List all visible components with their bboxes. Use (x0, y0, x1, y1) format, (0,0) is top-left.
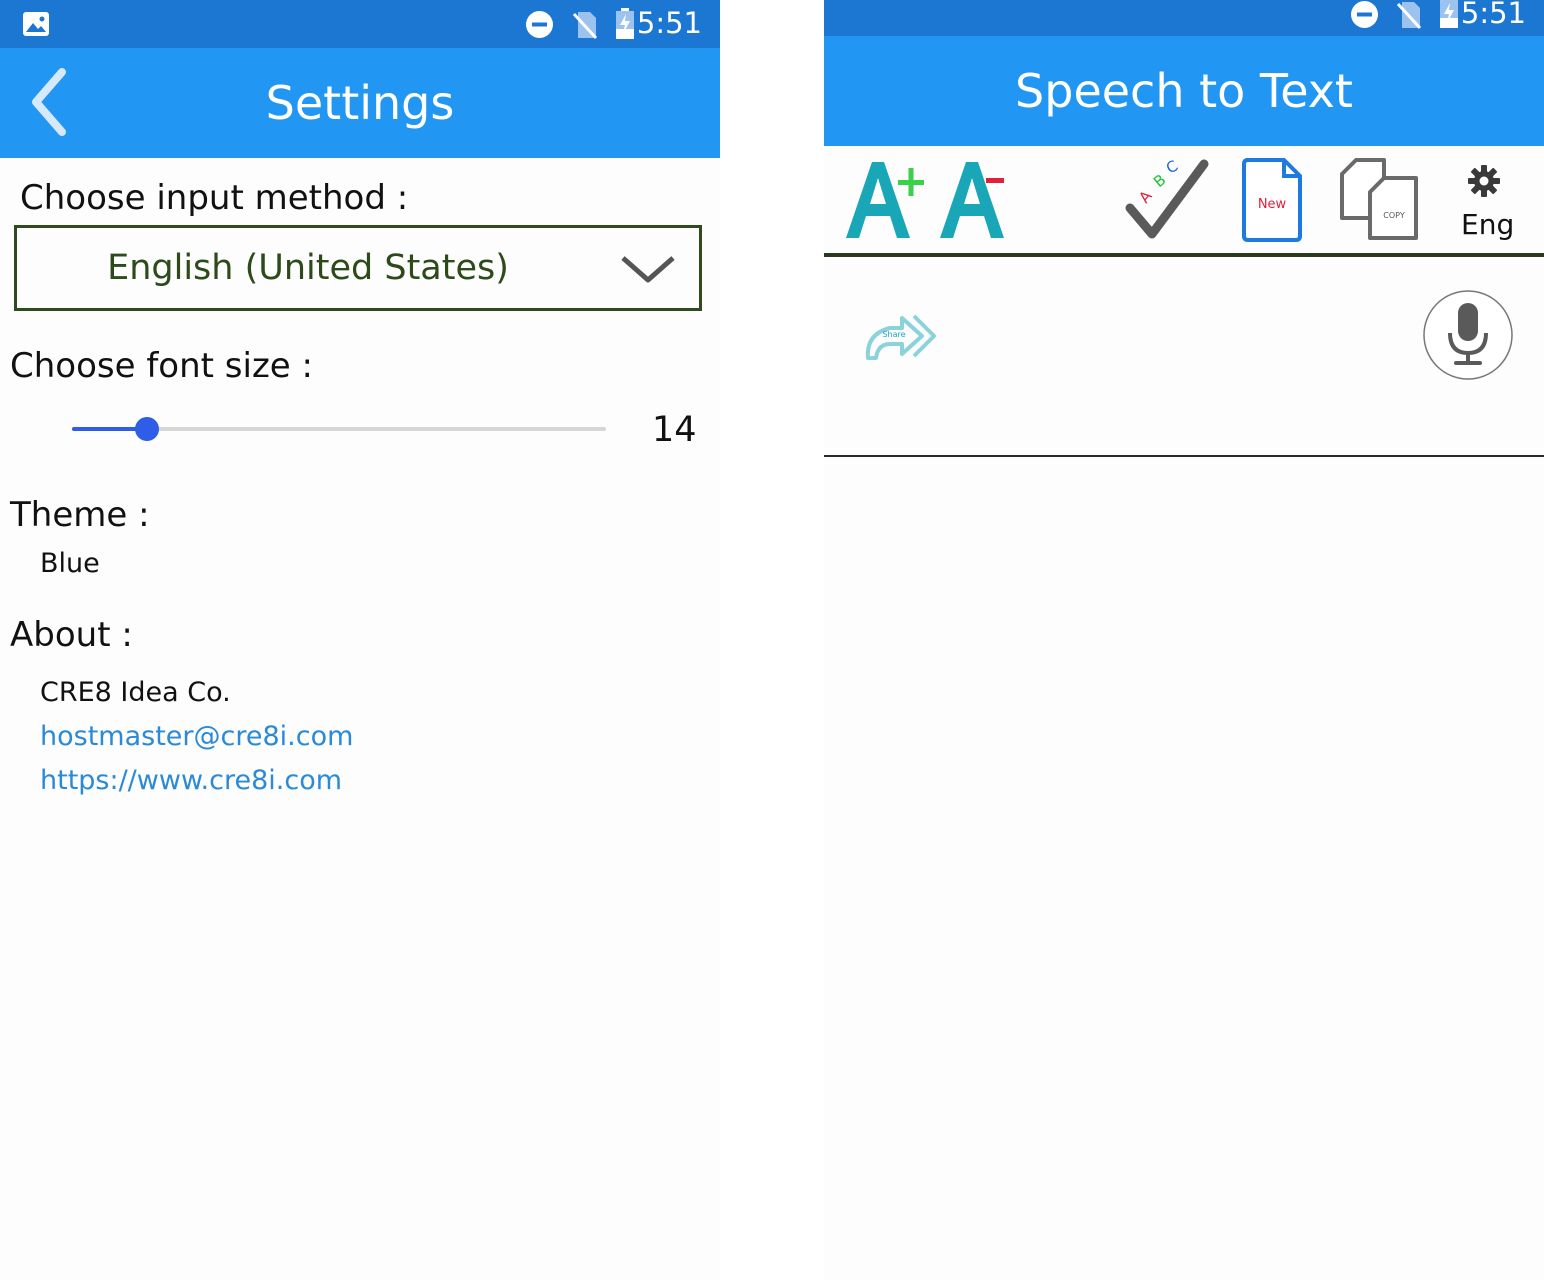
share-icon[interactable]: Share (862, 308, 938, 364)
dnd-icon (1351, 1, 1378, 28)
settings-screen: 5:51 Settings Choose input method : Engl… (0, 0, 720, 1280)
input-method-label: Choose input method : (20, 178, 409, 218)
about-company: CRE8 Idea Co. (40, 677, 231, 708)
about-label: About : (10, 615, 133, 655)
new-label: New (1258, 197, 1287, 212)
font-size-slider[interactable] (72, 417, 606, 441)
text-area-divider (824, 455, 1544, 457)
speech-screen: 5:51 Speech to Text A B C New COPY Eng S… (824, 0, 1544, 1280)
about-url-link[interactable]: https://www.cre8i.com (40, 765, 342, 796)
input-method-value: English (United States) (107, 248, 509, 288)
page-title: Speech to Text (1015, 64, 1353, 118)
svg-text:A: A (1135, 187, 1156, 207)
theme-value[interactable]: Blue (40, 548, 100, 579)
toolbar-divider (824, 253, 1544, 257)
gear-icon[interactable] (1467, 164, 1501, 198)
toolbar: A B C New COPY (824, 146, 1544, 254)
share-label: Share (882, 330, 905, 339)
no-sim-icon (572, 12, 598, 40)
svg-text:B: B (1150, 171, 1169, 191)
status-bar: 5:51 (0, 0, 720, 48)
spellcheck-icon[interactable]: A B C (1124, 158, 1210, 242)
page-title: Settings (265, 76, 455, 130)
copy-label: COPY (1383, 211, 1405, 220)
input-method-dropdown[interactable]: English (United States) (14, 225, 702, 311)
app-bar: Speech to Text (824, 36, 1544, 146)
font-size-label: Choose font size : (10, 346, 313, 386)
image-icon (23, 12, 49, 36)
status-time: 5:51 (1460, 0, 1526, 30)
font-size-value: 14 (652, 410, 697, 450)
new-document-icon[interactable]: New (1240, 158, 1304, 242)
status-time: 5:51 (636, 6, 702, 40)
font-increase-icon[interactable] (842, 158, 926, 242)
language-button[interactable]: Eng (1461, 208, 1514, 241)
copy-icon[interactable]: COPY (1336, 158, 1420, 242)
battery-charging-icon (1440, 0, 1458, 28)
svg-text:C: C (1163, 158, 1181, 177)
dnd-icon (526, 11, 553, 38)
chevron-down-icon (621, 256, 675, 283)
font-decrease-icon[interactable] (936, 158, 1020, 242)
slider-thumb[interactable] (134, 417, 159, 441)
status-bar: 5:51 (824, 0, 1544, 36)
no-sim-icon (1396, 2, 1422, 30)
about-email-link[interactable]: hostmaster@cre8i.com (40, 721, 353, 752)
microphone-icon[interactable] (1422, 289, 1514, 381)
theme-label: Theme : (10, 495, 150, 535)
app-bar: Settings (0, 48, 720, 158)
battery-charging-icon (616, 8, 634, 39)
